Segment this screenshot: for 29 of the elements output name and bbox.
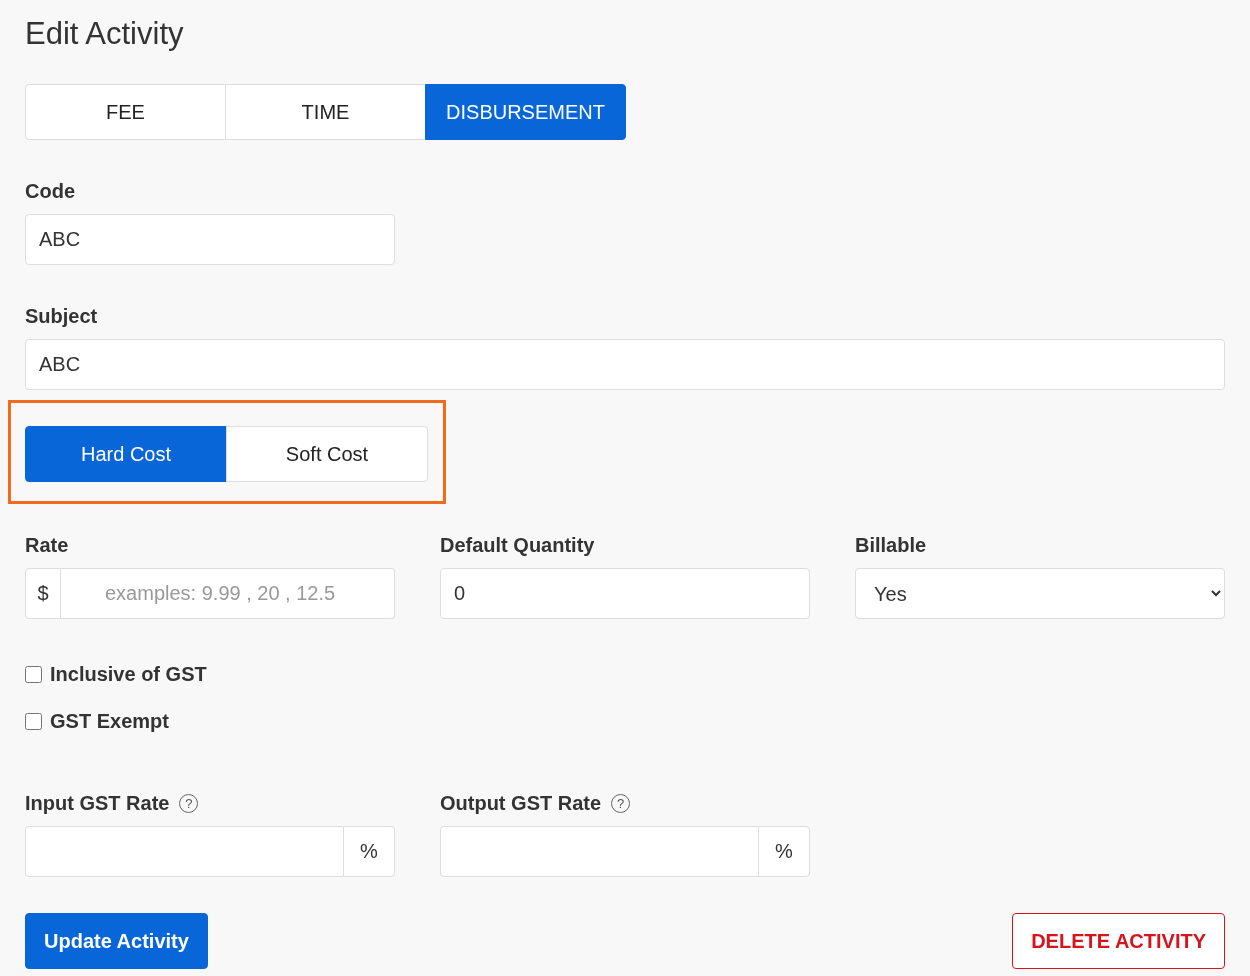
field-label: Default Quantity <box>440 532 596 558</box>
field-label: Input GST Rate <box>25 791 170 815</box>
checkbox[interactable] <box>25 712 42 730</box>
page-title: Edit Activity <box>25 16 185 52</box>
checkbox-label: Inclusive of GST <box>50 662 207 686</box>
subject-input[interactable]: ABC <box>25 339 1225 390</box>
percent-addon: % <box>343 826 395 877</box>
activity-type-tab[interactable]: FEE <box>25 84 226 140</box>
billable-select[interactable]: Yes <box>855 568 1225 619</box>
quantity-input[interactable]: 0 <box>440 568 810 619</box>
currency-addon: $ <box>25 568 61 619</box>
cost-type-toggle[interactable]: Soft Cost <box>226 426 428 482</box>
field-label: Output GST Rate <box>440 791 602 815</box>
percent-addon: % <box>758 826 810 877</box>
gst-rate-input[interactable] <box>440 826 758 877</box>
field-label: Billable <box>855 532 928 558</box>
gst-rate-input[interactable] <box>25 826 343 877</box>
cost-type-toggle[interactable]: Hard Cost <box>25 426 227 482</box>
delete-button[interactable]: DELETE ACTIVITY <box>1012 913 1225 969</box>
update-button[interactable]: Update Activity <box>25 913 208 969</box>
activity-type-tab[interactable]: TIME <box>225 84 426 140</box>
field-label: Code <box>25 178 76 204</box>
checkbox[interactable] <box>25 665 42 683</box>
rate-input[interactable]: examples: 9.99 , 20 , 12.5 <box>61 568 395 619</box>
checkbox-label: GST Exempt <box>50 709 169 733</box>
field-label: Rate <box>25 532 70 558</box>
activity-type-tab[interactable]: DISBURSEMENT <box>425 84 626 140</box>
field-label: Subject <box>25 303 99 329</box>
code-input[interactable]: ABC <box>25 214 395 265</box>
